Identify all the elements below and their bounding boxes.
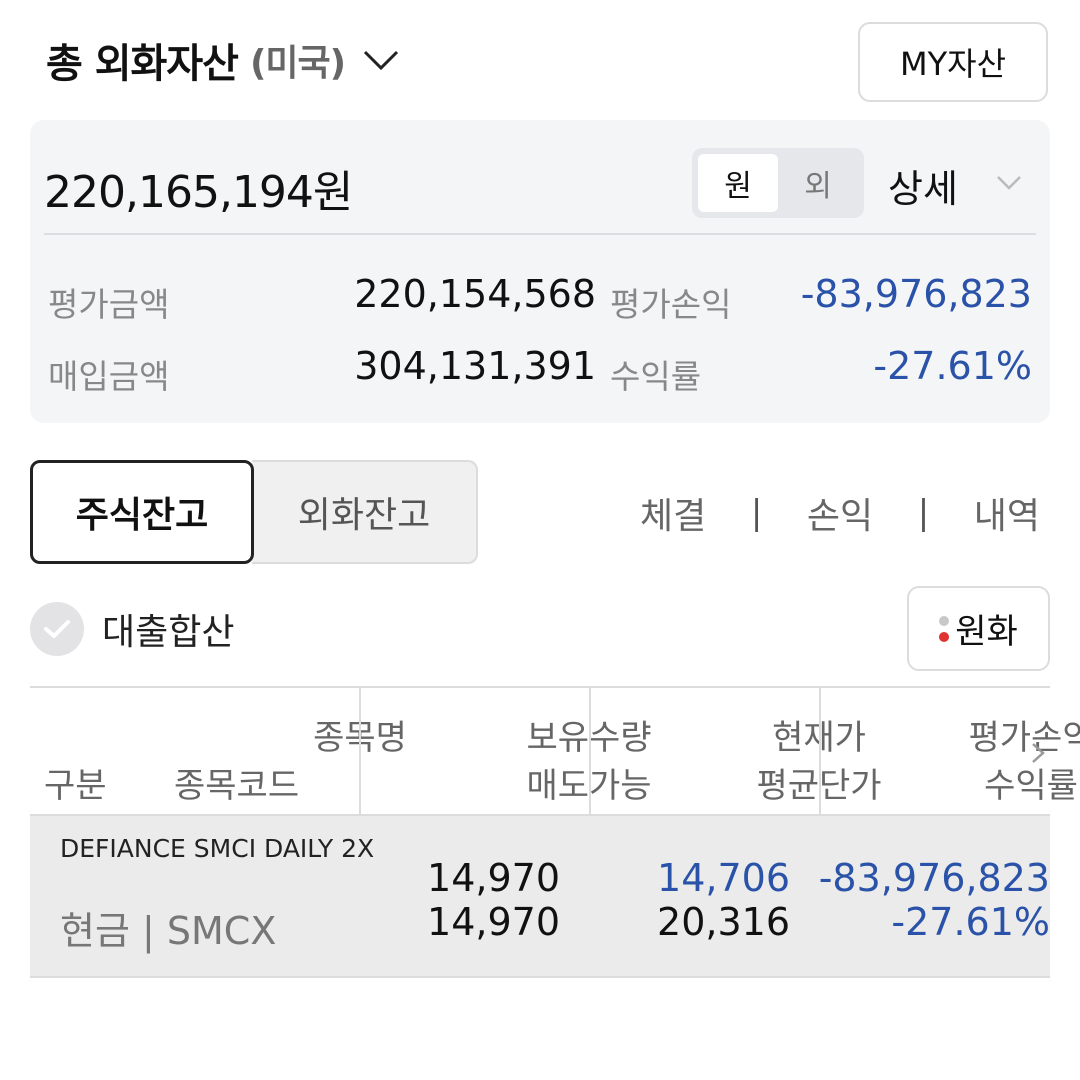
- detail-button[interactable]: 상세: [888, 158, 958, 213]
- currency-indicator-icon: [939, 615, 950, 642]
- header-col-price: 현재가 평균단가: [591, 688, 881, 816]
- balance-tabs: 주식잔고 외화잔고: [30, 460, 478, 564]
- loan-combine-label[interactable]: 대출합산: [102, 603, 234, 655]
- header-col-pnl: 평가손익 수익률: [821, 688, 1080, 816]
- link-separator: |: [750, 493, 763, 533]
- avg-price: 20,316: [657, 900, 790, 944]
- link-executions[interactable]: 체결: [640, 487, 706, 539]
- stock-type-code: 현금 | SMCX: [60, 909, 277, 953]
- valuation-pnl-label: 평가손익: [610, 285, 732, 324]
- valuation-amount-label: 평가금액: [48, 285, 170, 324]
- current-price: 14,706: [657, 856, 790, 900]
- row-return-rate: -27.61%: [891, 900, 1050, 944]
- return-rate-value: -27.61%: [873, 344, 1032, 388]
- header-stock-code: 종목코드: [174, 766, 300, 806]
- link-history[interactable]: 내역: [974, 487, 1040, 539]
- header-col-name: 종목명 구분 종목코드: [30, 688, 407, 816]
- tab-fx-balance[interactable]: 외화잔고: [252, 460, 478, 564]
- asset-summary-card: 220,165,194원 원 외 상세 평가금액 220,154,568 평가손…: [30, 120, 1050, 423]
- link-profit-loss[interactable]: 손익: [807, 487, 873, 539]
- return-rate-label: 수익률: [610, 357, 702, 396]
- chevron-right-icon[interactable]: [1028, 738, 1050, 768]
- currency-button-label: 원화: [955, 612, 1018, 652]
- valuation-amount-value: 220,154,568: [354, 272, 596, 316]
- currency-button[interactable]: 원화: [907, 586, 1050, 671]
- toggle-krw[interactable]: 원: [698, 154, 778, 212]
- header-type: 구분: [44, 766, 107, 806]
- indicator-dot-red: [939, 631, 950, 642]
- divider: [44, 233, 1036, 235]
- loan-combine-checkbox[interactable]: [30, 602, 84, 656]
- purchase-amount-label: 매입금액: [48, 357, 170, 396]
- header-col-qty: 보유수량 매도가능: [361, 688, 651, 816]
- table-row[interactable]: DEFIANCE SMCI DAILY 2X 현금 | SMCX 14,970 …: [30, 816, 1050, 978]
- my-assets-button[interactable]: MY자산: [858, 22, 1048, 102]
- chevron-down-icon[interactable]: [994, 168, 1024, 198]
- currency-toggle[interactable]: 원 외: [692, 148, 864, 218]
- valuation-pnl-value: -83,976,823: [800, 272, 1032, 316]
- total-assets-value: 220,165,194원: [44, 167, 353, 218]
- sellable-qty: 14,970: [427, 900, 560, 944]
- chevron-down-icon[interactable]: [361, 45, 401, 75]
- header-return-rate: 수익률: [984, 766, 1078, 806]
- table-header: 종목명 구분 종목코드 보유수량 매도가능 현재가 평균단가 평가손익 수익률: [30, 686, 1080, 816]
- tab-stock-balance[interactable]: 주식잔고: [30, 460, 254, 564]
- row-pnl: -83,976,823: [818, 856, 1050, 900]
- holding-qty: 14,970: [427, 856, 560, 900]
- quick-links: 체결 | 손익 | 내역: [640, 488, 1040, 538]
- header-pnl: 평가손익: [968, 718, 1080, 758]
- summary-row-purchase: 매입금액 304,131,391 수익률 -27.61%: [30, 344, 1050, 396]
- region-label[interactable]: (미국): [250, 34, 346, 86]
- check-icon: [44, 620, 70, 638]
- header: 총 외화자산 (미국): [46, 30, 401, 90]
- link-separator: |: [917, 493, 930, 533]
- purchase-amount-value: 304,131,391: [354, 344, 596, 388]
- toggle-foreign[interactable]: 외: [778, 154, 858, 212]
- summary-row-valuation: 평가금액 220,154,568 평가손익 -83,976,823: [30, 272, 1050, 324]
- indicator-dot-gray: [939, 615, 950, 626]
- stock-name: DEFIANCE SMCI DAILY 2X: [60, 834, 375, 863]
- page-title: 총 외화자산: [46, 41, 239, 87]
